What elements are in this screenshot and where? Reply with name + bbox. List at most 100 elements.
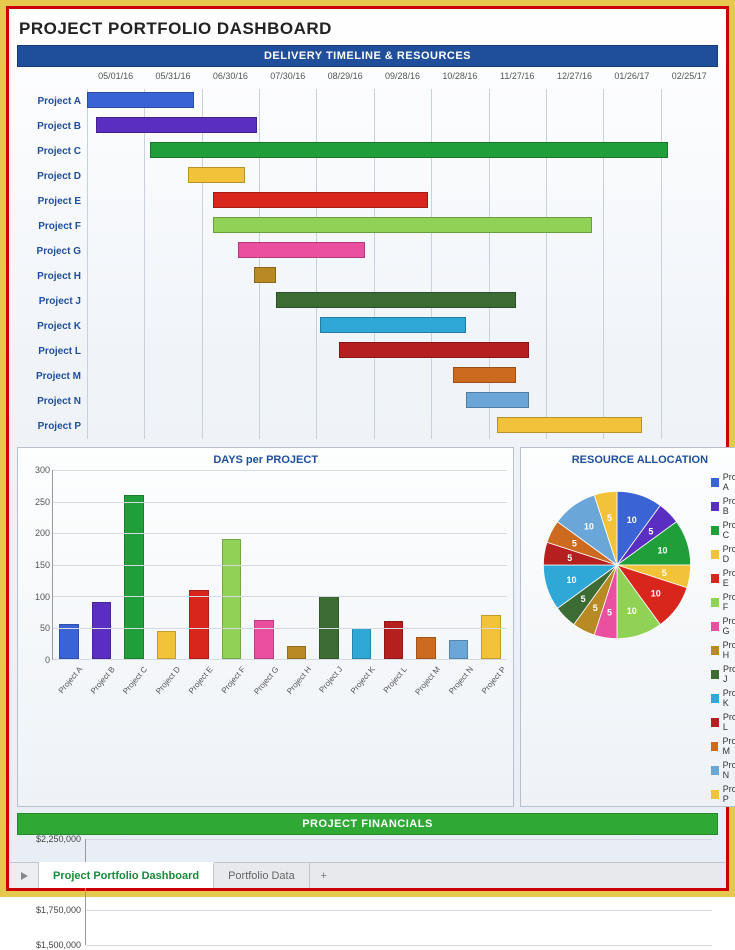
legend-item: Project F bbox=[711, 592, 735, 612]
bar-ytick: 300 bbox=[35, 465, 50, 475]
gantt-row-label: Project L bbox=[17, 339, 87, 364]
legend-swatch bbox=[711, 742, 718, 751]
legend-swatch bbox=[711, 598, 718, 607]
legend-item: Project K bbox=[711, 688, 735, 708]
legend-item: Project P bbox=[711, 784, 735, 804]
gantt-bar bbox=[466, 392, 529, 408]
legend-swatch bbox=[711, 646, 718, 655]
alloc-panel-title: RESOURCE ALLOCATION bbox=[527, 452, 735, 470]
legend-swatch bbox=[711, 766, 718, 775]
gantt-row bbox=[87, 339, 718, 364]
pie-value-label: 5 bbox=[593, 603, 598, 613]
legend-swatch bbox=[711, 694, 718, 703]
outer-frame: PROJECT PORTFOLIO DASHBOARD DELIVERY TIM… bbox=[0, 0, 735, 897]
legend-swatch bbox=[711, 718, 718, 727]
bar-segment bbox=[124, 495, 143, 659]
run-button[interactable] bbox=[9, 863, 39, 888]
pie-value-label: 10 bbox=[651, 588, 661, 598]
gantt-date-label: 01/26/17 bbox=[603, 71, 660, 89]
middle-row: DAYS per PROJECT 050100150200250300 Proj… bbox=[17, 447, 718, 807]
section-timeline-header: DELIVERY TIMELINE & RESOURCES bbox=[17, 45, 718, 67]
gantt-row bbox=[87, 114, 718, 139]
fin-ytick: $2,250,000 bbox=[36, 834, 81, 844]
gantt-bar bbox=[453, 367, 516, 383]
gantt-bar bbox=[497, 417, 642, 433]
bar-segment bbox=[157, 631, 176, 659]
pie-value-label: 5 bbox=[581, 594, 586, 604]
gantt-row-label: Project E bbox=[17, 189, 87, 214]
gantt-bar bbox=[96, 117, 257, 133]
pie-value-label: 10 bbox=[627, 515, 637, 525]
gantt-row bbox=[87, 164, 718, 189]
gantt-row-label: Project D bbox=[17, 164, 87, 189]
gantt-date-label: 06/30/16 bbox=[202, 71, 259, 89]
play-icon bbox=[19, 871, 29, 881]
bar-segment bbox=[92, 602, 111, 659]
bar-segment bbox=[254, 620, 273, 659]
legend-item: Project L bbox=[711, 712, 735, 732]
gantt-bar bbox=[213, 217, 592, 233]
legend-label: Project J bbox=[723, 664, 735, 684]
bar-segment bbox=[449, 640, 468, 659]
sheet-tab-bar: Project Portfolio Dashboard Portfolio Da… bbox=[9, 862, 726, 888]
bar-ytick: 200 bbox=[35, 528, 50, 538]
legend-item: Project A bbox=[711, 472, 735, 492]
gantt-row bbox=[87, 139, 718, 164]
gantt-row-label: Project G bbox=[17, 239, 87, 264]
page-title: PROJECT PORTFOLIO DASHBOARD bbox=[17, 15, 718, 45]
bar-segment bbox=[416, 637, 435, 659]
legend-swatch bbox=[711, 526, 718, 535]
tab-dashboard[interactable]: Project Portfolio Dashboard bbox=[39, 862, 214, 888]
bar-segment bbox=[481, 615, 500, 659]
bar-ytick: 250 bbox=[35, 497, 50, 507]
legend-label: Project H bbox=[723, 640, 735, 660]
gantt-row-label: Project J bbox=[17, 289, 87, 314]
legend-item: Project J bbox=[711, 664, 735, 684]
gantt-bar bbox=[150, 142, 667, 158]
legend-label: Project N bbox=[723, 760, 735, 780]
gantt-date-label: 09/28/16 bbox=[374, 71, 431, 89]
pie-value-label: 5 bbox=[607, 513, 612, 523]
resource-allocation-panel: RESOURCE ALLOCATION 10510510105551055105… bbox=[520, 447, 735, 807]
gantt-bar bbox=[320, 317, 465, 333]
legend-swatch bbox=[711, 574, 718, 583]
legend-swatch bbox=[711, 478, 718, 487]
gantt-bar bbox=[254, 267, 276, 283]
gantt-row-label: Project C bbox=[17, 139, 87, 164]
fin-ytick: $1,750,000 bbox=[36, 905, 81, 915]
bar-segment bbox=[189, 590, 208, 659]
gantt-bar bbox=[339, 342, 528, 358]
legend-item: Project M bbox=[711, 736, 735, 756]
gantt-chart: Project AProject BProject CProject DProj… bbox=[17, 71, 718, 439]
legend-item: Project B bbox=[711, 496, 735, 516]
gantt-row bbox=[87, 414, 718, 439]
legend-item: Project D bbox=[711, 544, 735, 564]
gantt-row bbox=[87, 314, 718, 339]
gantt-bar bbox=[276, 292, 516, 308]
gantt-row-label: Project N bbox=[17, 389, 87, 414]
tab-portfolio-data[interactable]: Portfolio Data bbox=[214, 863, 310, 888]
pie-value-label: 10 bbox=[567, 575, 577, 585]
gantt-row-label: Project F bbox=[17, 214, 87, 239]
legend-swatch bbox=[711, 502, 718, 511]
gantt-row-label: Project A bbox=[17, 89, 87, 114]
plus-icon: + bbox=[321, 870, 327, 882]
allocation-pie-chart: 10510510105551055105 bbox=[527, 470, 707, 660]
gantt-date-label: 02/25/17 bbox=[661, 71, 718, 89]
pie-value-label: 5 bbox=[568, 553, 573, 563]
gantt-row-label: Project H bbox=[17, 264, 87, 289]
gantt-row bbox=[87, 239, 718, 264]
legend-item: Project N bbox=[711, 760, 735, 780]
bar-segment bbox=[287, 646, 306, 659]
legend-swatch bbox=[711, 790, 718, 799]
gantt-bar bbox=[188, 167, 245, 183]
legend-swatch bbox=[711, 622, 718, 631]
legend-label: Project E bbox=[723, 568, 735, 588]
days-panel-title: DAYS per PROJECT bbox=[24, 452, 507, 470]
add-tab-button[interactable]: + bbox=[310, 863, 338, 888]
bar-segment bbox=[59, 624, 78, 659]
gantt-bar bbox=[213, 192, 428, 208]
gantt-row-label: Project P bbox=[17, 414, 87, 439]
legend-label: Project K bbox=[723, 688, 735, 708]
days-per-project-panel: DAYS per PROJECT 050100150200250300 Proj… bbox=[17, 447, 514, 807]
